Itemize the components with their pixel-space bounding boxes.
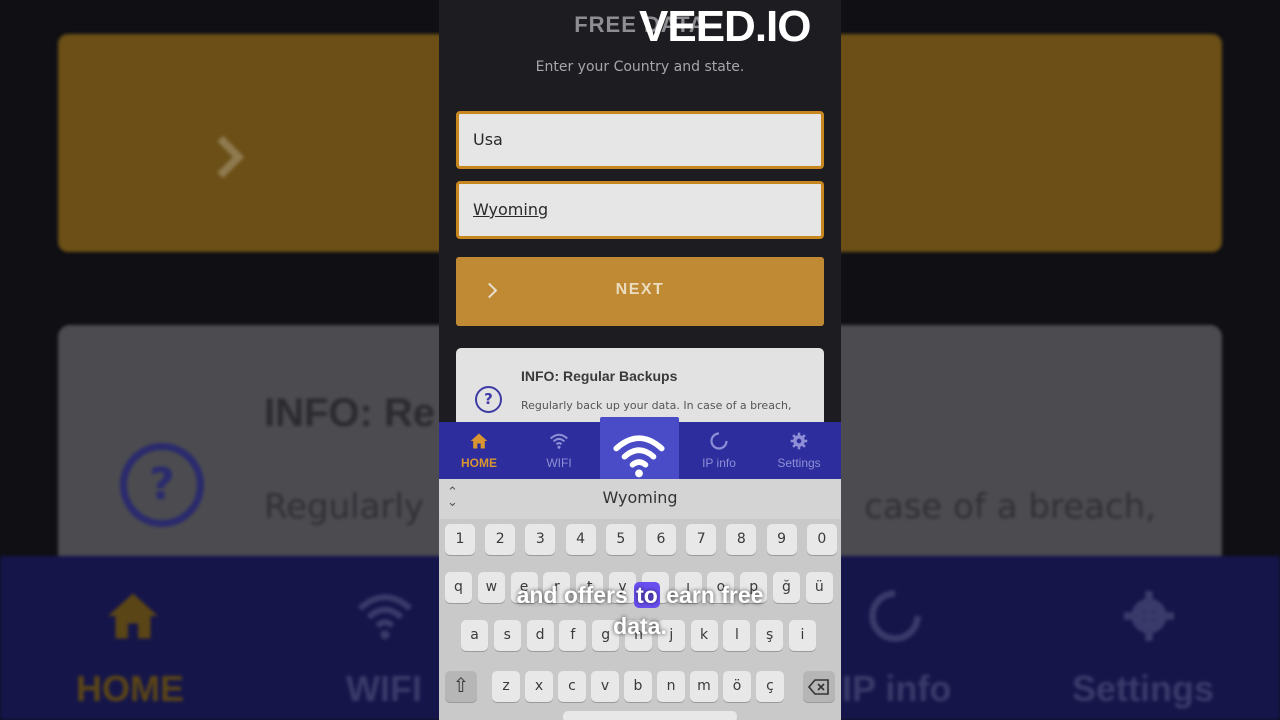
key-9[interactable]: 9: [766, 524, 797, 555]
key-3[interactable]: 3: [525, 524, 556, 555]
next-button-label: NEXT: [615, 281, 665, 298]
wifi-icon: [613, 435, 665, 478]
key-6[interactable]: 6: [646, 524, 676, 555]
bg-gear-icon: [1124, 591, 1174, 641]
caption-text: earn free: [666, 582, 764, 608]
key-v[interactable]: v: [591, 671, 619, 702]
nav-wifi-label: WIFI: [546, 456, 572, 470]
wifi-icon: [549, 433, 569, 449]
phone-screen: FREE DATA Enter your Country and state. …: [439, 0, 841, 720]
keyboard-suggestion-bar: ⌃ ⌄ Wyoming: [439, 479, 841, 519]
key-b[interactable]: b: [624, 671, 652, 702]
nav-home[interactable]: HOME: [439, 422, 519, 479]
state-field-value: Wyoming: [473, 200, 549, 219]
key-x[interactable]: x: [525, 671, 553, 702]
bg-refresh-icon: [869, 590, 921, 642]
caption-line-1: and offers to earn free: [440, 582, 840, 609]
info-text: Regularly back up your data. In case of …: [521, 399, 792, 412]
bg-home-icon: [108, 593, 158, 639]
key-n[interactable]: n: [657, 671, 685, 702]
backspace-icon: [807, 679, 829, 695]
nav-settings-label: Settings: [777, 456, 821, 470]
gear-icon: [790, 432, 808, 450]
key-1[interactable]: 1: [445, 524, 475, 555]
key-2[interactable]: 2: [485, 524, 516, 555]
question-icon: ?: [475, 386, 502, 413]
caption-text: and offers: [516, 582, 628, 608]
home-icon: [470, 433, 488, 449]
nav-home-label: HOME: [461, 456, 497, 470]
page-subtitle: Enter your Country and state.: [535, 59, 745, 75]
caption-line-2: data.: [613, 613, 667, 639]
suggestion-word[interactable]: Wyoming: [439, 488, 841, 507]
key-ç[interactable]: ç: [756, 671, 784, 702]
state-field[interactable]: Wyoming: [456, 181, 824, 239]
bg-info-text-right: case of a breach,: [864, 487, 1156, 527]
info-title: INFO: Regular Backups: [521, 368, 678, 384]
key-ö[interactable]: ö: [723, 671, 751, 702]
backspace-key[interactable]: [803, 671, 835, 702]
country-field[interactable]: Usa: [456, 111, 824, 169]
veed-watermark: VEED.IO: [639, 2, 811, 51]
refresh-icon: [710, 432, 728, 450]
shift-key[interactable]: ⇧: [445, 671, 477, 702]
bg-nav-label-settings: Settings: [1072, 668, 1215, 709]
space-key[interactable]: [563, 711, 737, 720]
key-0[interactable]: 0: [806, 524, 837, 555]
bg-wifi-icon: [357, 594, 413, 640]
bg-question-icon: ?: [120, 443, 204, 527]
nav-settings[interactable]: Settings: [759, 422, 839, 479]
key-8[interactable]: 8: [726, 524, 757, 555]
bg-info-title: INFO: Re: [264, 391, 436, 435]
bg-nav-label-home: HOME: [76, 668, 184, 709]
key-z[interactable]: z: [492, 671, 520, 702]
caption-highlight-word: to: [634, 582, 660, 608]
bg-chevron-right-icon: [201, 135, 245, 179]
key-m[interactable]: m: [690, 671, 718, 702]
bg-info-text-left: Regularly: [264, 487, 424, 527]
nav-wifi[interactable]: WIFI: [519, 422, 599, 479]
nav-ipinfo[interactable]: IP info: [679, 422, 759, 479]
key-c[interactable]: c: [558, 671, 586, 702]
key-5[interactable]: 5: [605, 524, 636, 555]
bg-nav-label-wifi: WIFI: [346, 668, 422, 709]
next-button[interactable]: NEXT: [456, 257, 824, 326]
bg-nav-label-ipinfo: IP info: [842, 668, 952, 709]
key-7[interactable]: 7: [686, 524, 717, 555]
nav-ipinfo-label: IP info: [702, 456, 736, 470]
key-4[interactable]: 4: [565, 524, 596, 555]
